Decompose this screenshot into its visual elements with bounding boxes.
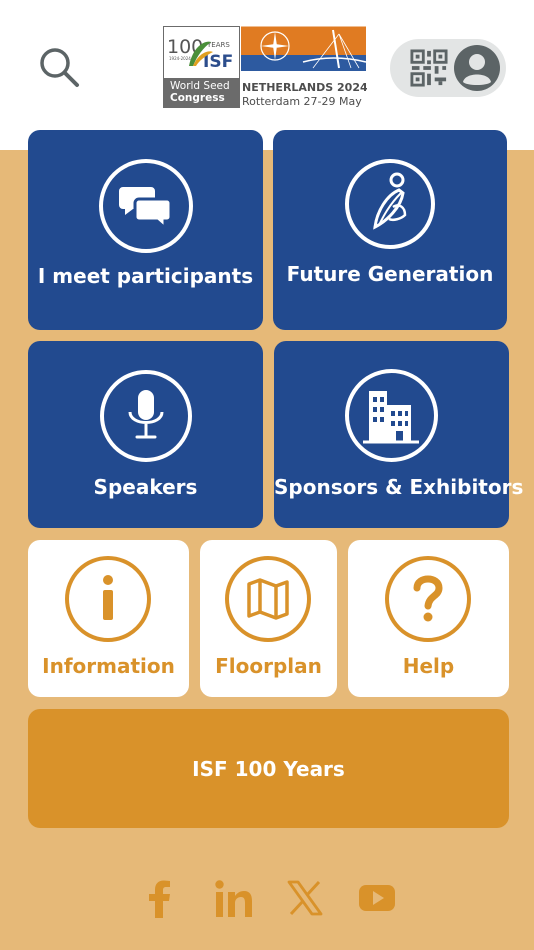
tile-speakers-label: Speakers	[93, 475, 198, 499]
building-icon	[345, 369, 438, 462]
tile-isf-100-years-label: ISF 100 Years	[192, 757, 345, 781]
x-icon[interactable]	[281, 874, 329, 922]
chat-bubbles-icon	[99, 159, 193, 253]
qr-code-icon[interactable]	[410, 49, 448, 87]
app-header: 100 YEARS 1924-2024 ISF World Seed Congr…	[0, 0, 534, 150]
tile-speakers[interactable]: Speakers	[28, 341, 263, 528]
map-icon	[225, 556, 311, 642]
tile-help[interactable]: Help	[348, 540, 509, 697]
tile-isf-100-years[interactable]: ISF 100 Years	[28, 709, 509, 828]
linkedin-icon[interactable]	[208, 874, 256, 922]
user-avatar-icon[interactable]	[453, 44, 501, 92]
leaf-figure-icon	[345, 159, 435, 249]
microphone-icon	[100, 370, 192, 462]
question-icon	[385, 556, 471, 642]
tile-floorplan[interactable]: Floorplan	[200, 540, 337, 697]
youtube-icon[interactable]	[353, 874, 401, 922]
tile-information-label: Information	[42, 654, 175, 678]
tile-meet-participants-label: I meet participants	[37, 264, 254, 288]
logo-event-line2: Congress	[170, 92, 225, 104]
tile-sponsors-exhibitors-label: Sponsors & Exhibitors	[274, 475, 524, 499]
logo-country: NETHERLANDS 2024	[242, 81, 367, 94]
tile-help-label: Help	[402, 654, 455, 678]
logo-event-line1: World Seed	[170, 80, 230, 92]
tile-floorplan-label: Floorplan	[215, 654, 322, 678]
tile-future-generation[interactable]: Future Generation	[273, 130, 507, 330]
facebook-icon[interactable]	[136, 874, 184, 922]
info-icon	[65, 556, 151, 642]
tile-sponsors-exhibitors[interactable]: Sponsors & Exhibitors	[274, 341, 524, 528]
tile-meet-participants[interactable]: I meet participants	[28, 130, 263, 330]
tile-information[interactable]: Information	[28, 540, 189, 697]
search-icon	[40, 48, 79, 87]
logo-location: Rotterdam 27-29 May	[242, 95, 362, 108]
tile-future-generation-label: Future Generation	[286, 262, 494, 286]
event-logo: 100 YEARS 1924-2024 ISF World Seed Congr…	[163, 26, 368, 108]
profile-pill[interactable]	[390, 39, 506, 97]
search-button[interactable]	[38, 46, 82, 90]
logo-years-range: 1924-2024	[169, 56, 191, 61]
